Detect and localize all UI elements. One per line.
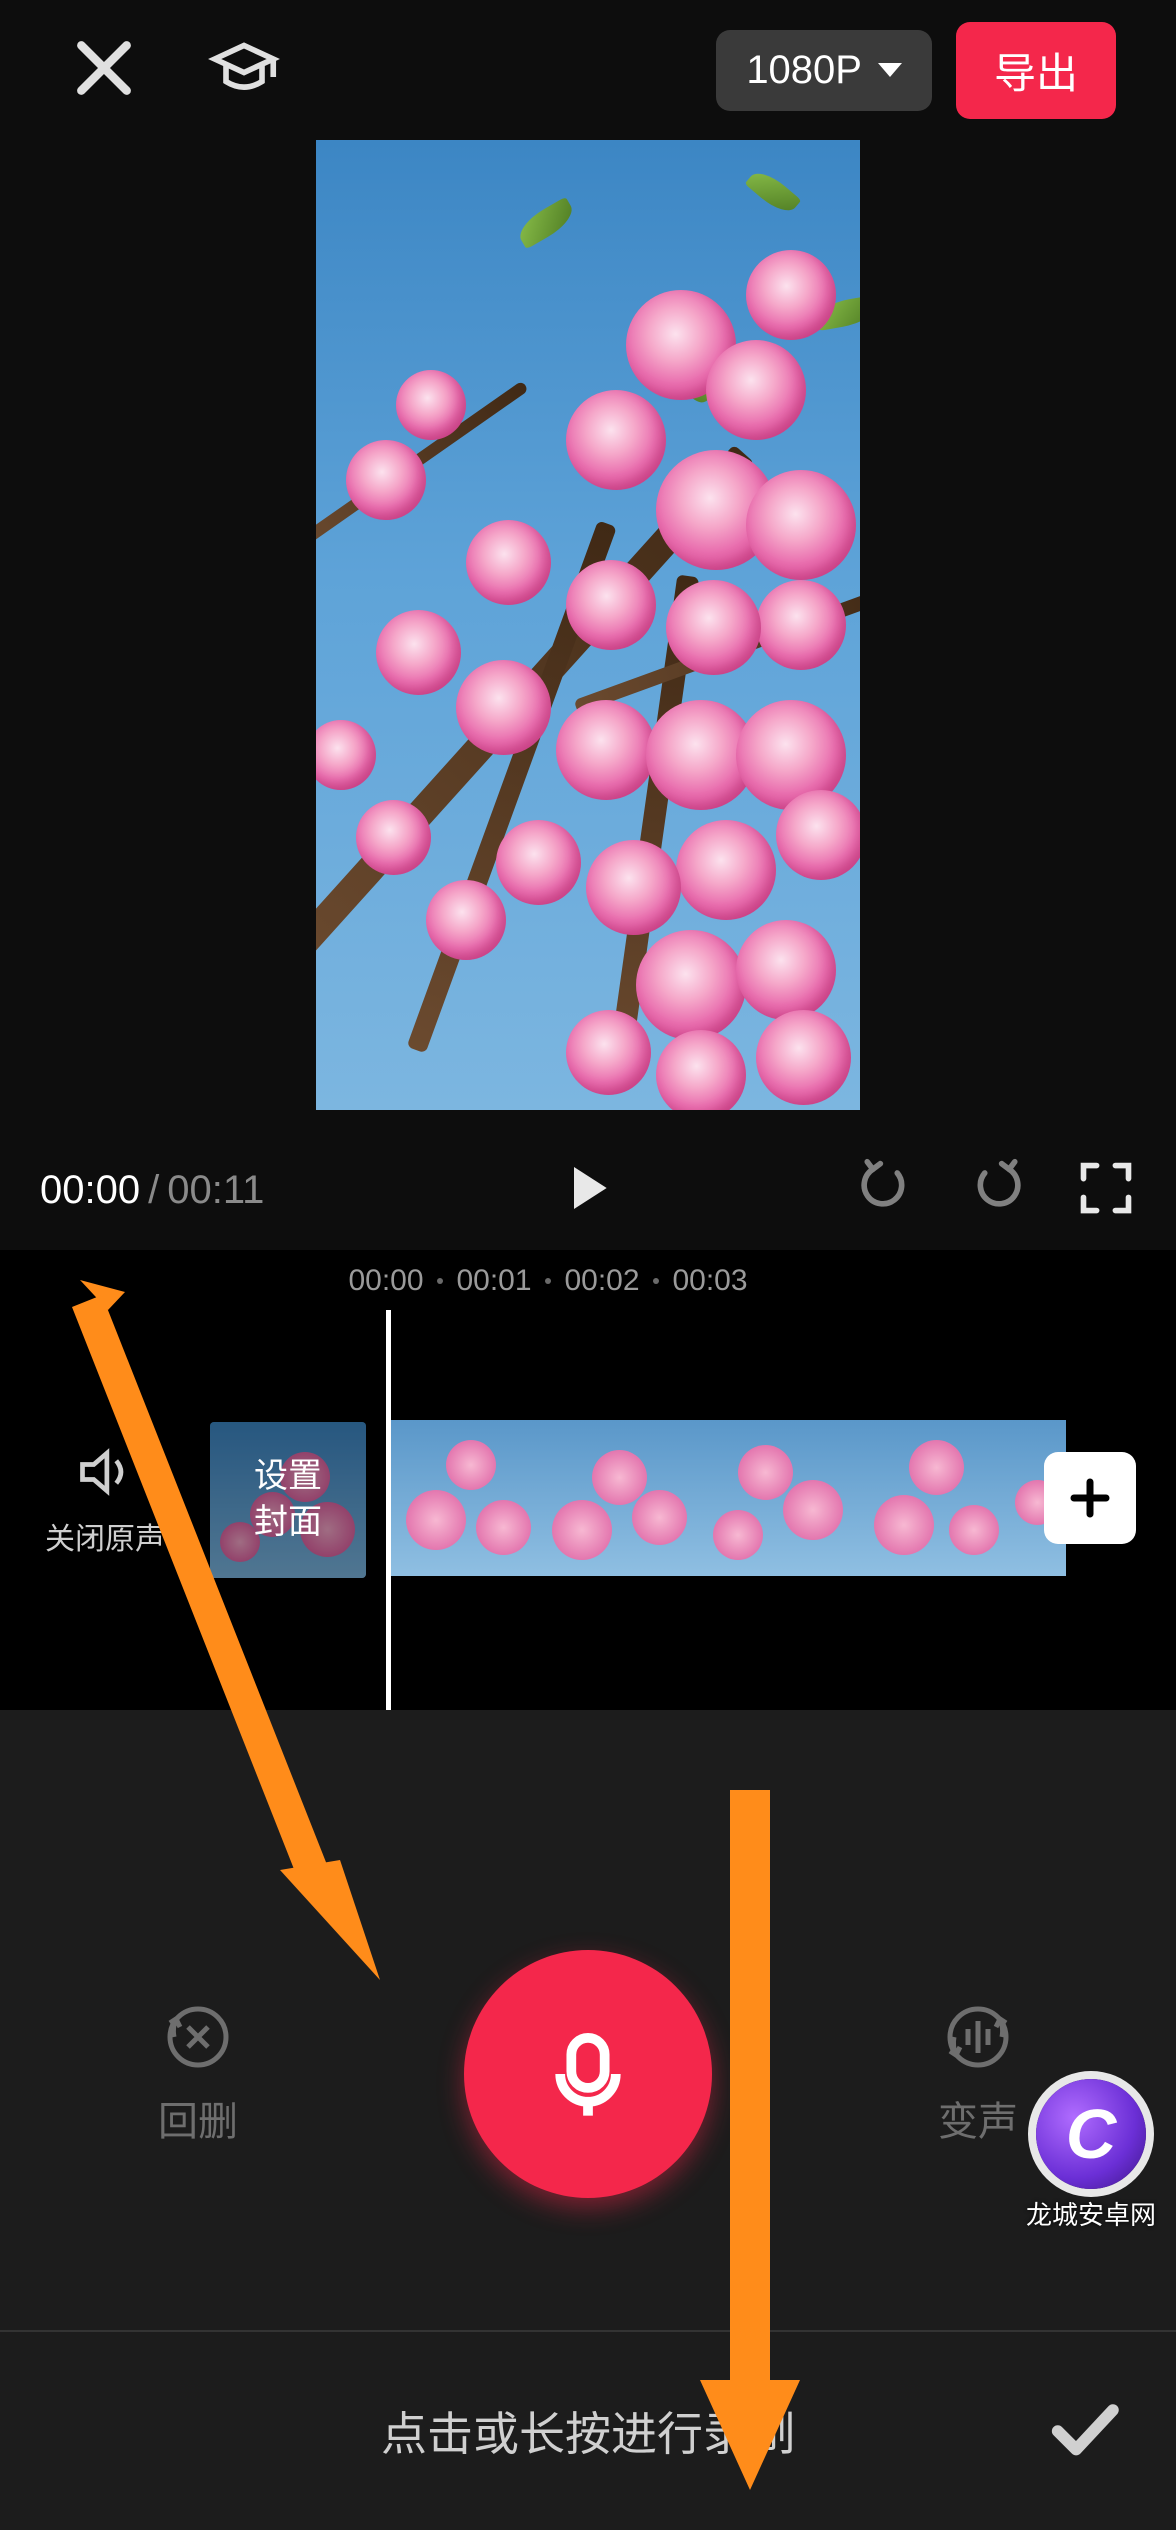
- video-clip[interactable]: [386, 1420, 1066, 1576]
- export-button[interactable]: 导出: [956, 22, 1116, 119]
- fullscreen-button[interactable]: [1076, 1158, 1136, 1223]
- redo-button[interactable]: [966, 1158, 1026, 1223]
- record-hint: 点击或长按进行录制: [381, 2398, 795, 2464]
- watermark-text: 龙城安卓网: [1026, 2195, 1156, 2232]
- cover-label: 设置 封面: [254, 1454, 322, 1546]
- chevron-down-icon: [878, 63, 902, 77]
- watermark-logo-icon: [1036, 2079, 1146, 2189]
- timeline-ruler: 00:00 00:01 00:02 00:03: [0, 1250, 1176, 1310]
- ruler-mark: 00:03: [672, 1264, 747, 1298]
- timeline[interactable]: 关闭原声 设置 封面: [0, 1310, 1176, 1710]
- resolution-selector[interactable]: 1080P: [716, 30, 932, 111]
- play-button[interactable]: [560, 1160, 616, 1221]
- ruler-mark: 00:00: [348, 1264, 423, 1298]
- record-delete-button[interactable]: 回删: [68, 2001, 328, 2147]
- top-bar: 1080P 导出: [0, 0, 1176, 140]
- mute-label: 关闭原声: [45, 1514, 165, 1558]
- confirm-bar: 点击或长按进行录制: [0, 2330, 1176, 2530]
- record-panel: 回删 变声 点击或长按进行录制: [0, 1710, 1176, 2530]
- time-separator: /: [148, 1168, 159, 1213]
- set-cover-button[interactable]: 设置 封面: [210, 1422, 366, 1578]
- resolution-label: 1080P: [746, 48, 862, 93]
- ruler-mark: 00:01: [456, 1264, 531, 1298]
- undo-button[interactable]: [856, 1158, 916, 1223]
- graduation-cap-icon[interactable]: [208, 32, 280, 109]
- export-label: 导出: [994, 50, 1078, 97]
- delete-label: 回删: [158, 2089, 238, 2147]
- close-icon[interactable]: [70, 34, 138, 107]
- playback-controls: 00:00 / 00:11: [0, 1130, 1176, 1250]
- add-clip-button[interactable]: [1044, 1452, 1136, 1544]
- ruler-mark: 00:02: [564, 1264, 639, 1298]
- video-preview-area: [0, 140, 1176, 1110]
- record-button[interactable]: [464, 1950, 712, 2198]
- duration-time: 00:11: [167, 1168, 264, 1213]
- watermark: 龙城安卓网: [1006, 2070, 1176, 2240]
- video-frame[interactable]: [316, 140, 860, 1110]
- playhead[interactable]: [386, 1310, 391, 1710]
- mute-original-audio[interactable]: 关闭原声: [0, 1442, 210, 1558]
- current-time: 00:00: [40, 1168, 140, 1213]
